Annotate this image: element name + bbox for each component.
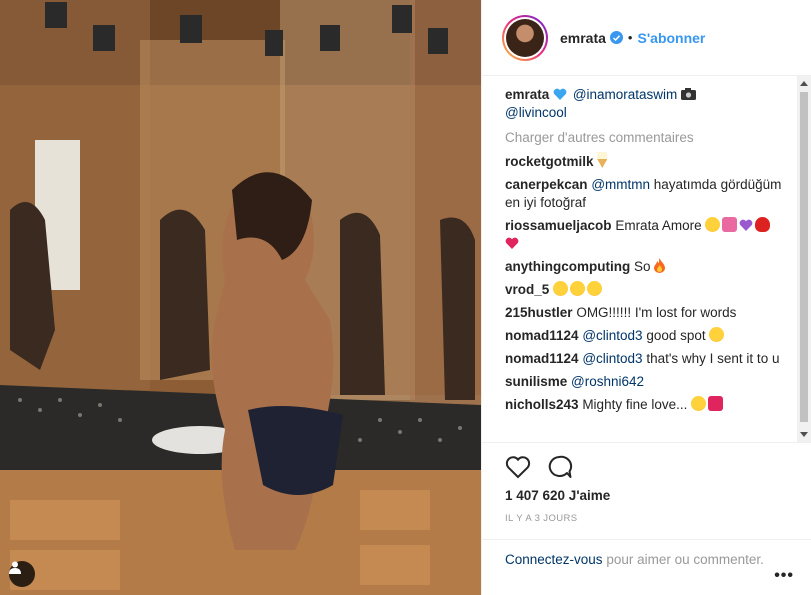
post-side-panel: emrata • S'abonner emrata @inamorataswim… — [481, 0, 811, 595]
blue-heart-icon — [553, 88, 567, 100]
tulip-emoji-icon — [722, 217, 738, 232]
comment-username[interactable]: nomad1124 — [505, 351, 579, 366]
comment-username[interactable]: nomad1124 — [505, 328, 579, 343]
comment-username[interactable]: nicholls243 — [505, 397, 579, 412]
comment-username[interactable]: rocketgotmilk — [505, 154, 594, 169]
scroll-up-arrow-icon[interactable] — [800, 81, 808, 86]
comment-mention[interactable]: @clintod3 — [582, 351, 642, 366]
comment: sunilisme @roshni642 — [505, 373, 790, 391]
comment: riossamueljacob Emrata Amore — [505, 217, 790, 253]
instagram-post-modal: emrata • S'abonner emrata @inamorataswim… — [0, 0, 811, 595]
comment-text: Mighty fine love... — [582, 397, 688, 412]
speech-bubble-icon[interactable] — [547, 455, 573, 479]
post-actions: 1 407 620 J'aime IL Y A 3 JOURS Connecte… — [482, 442, 811, 595]
avatar[interactable] — [502, 14, 548, 61]
camera-icon — [681, 88, 697, 100]
caption: emrata @inamorataswim @livincool — [505, 86, 790, 122]
comment: nomad1124 @clintod3 that's why I sent it… — [505, 350, 790, 368]
person-icon — [9, 561, 21, 574]
post-header: emrata • S'abonner — [482, 0, 811, 76]
header-separator: • — [627, 30, 633, 45]
comment: nomad1124 @clintod3 good spot — [505, 327, 790, 345]
comment-username[interactable]: riossamueljacob — [505, 218, 612, 233]
comment-username[interactable]: sunilisme — [505, 374, 567, 389]
heart-eyes-emoji-icon — [553, 281, 569, 296]
likes-count[interactable]: 1 407 620 J'aime — [505, 488, 610, 503]
comment: vrod_5 — [505, 281, 790, 299]
post-photo[interactable] — [0, 0, 481, 595]
load-more-comments-link[interactable]: Charger d'autres commentaires — [505, 130, 790, 145]
comment: anythingcomputing So — [505, 258, 790, 276]
comment: rocketgotmilk — [505, 152, 790, 171]
comment-username[interactable]: 215hustler — [505, 305, 573, 320]
login-prompt-text: pour aimer ou commenter. — [602, 552, 764, 567]
comment: nicholls243 Mighty fine love... — [505, 396, 790, 414]
ellipsis-icon[interactable]: ••• — [774, 567, 794, 585]
red-heart-icon — [505, 237, 519, 249]
comment-mention[interactable]: @mmtmn — [591, 177, 650, 192]
comment-text: that's why I sent it to u — [642, 351, 780, 366]
photo-illustration — [0, 0, 481, 595]
comment-username[interactable]: canerpekcan — [505, 177, 588, 192]
comment-text: OMG!!!!!! I'm lost for words — [576, 305, 737, 320]
avatar-image — [506, 18, 544, 57]
login-link[interactable]: Connectez-vous — [505, 552, 603, 567]
comment: canerpekcan @mmtmn hayatımda gördüğüm en… — [505, 176, 790, 212]
heart-eyes-emoji-icon — [705, 217, 721, 232]
comment: 215hustler OMG!!!!!! I'm lost for words — [505, 304, 790, 322]
purple-heart-icon — [739, 219, 753, 231]
comments-list: emrata @inamorataswim @livincool Charger… — [482, 76, 811, 442]
verified-badge-icon — [609, 31, 623, 44]
caption-mention[interactable]: @livincool — [505, 105, 567, 120]
comment-mention[interactable]: @roshni642 — [571, 374, 644, 389]
smirk-emoji-icon — [691, 396, 707, 411]
follow-button[interactable]: S'abonner — [637, 30, 705, 46]
user-tag-button[interactable] — [9, 561, 35, 587]
heart-outline-icon[interactable] — [505, 455, 531, 479]
comments-scrollbar[interactable] — [797, 76, 811, 442]
ice-cream-icon — [597, 152, 608, 168]
rose-emoji-icon — [708, 396, 724, 411]
comment-mention[interactable]: @clintod3 — [582, 328, 642, 343]
scroll-down-arrow-icon[interactable] — [800, 432, 808, 437]
heart-eyes-emoji-icon — [587, 281, 603, 296]
caption-mention[interactable]: @inamorataswim — [573, 87, 677, 102]
comment-username[interactable]: vrod_5 — [505, 282, 549, 297]
comment-username[interactable]: anythingcomputing — [505, 259, 630, 274]
heart-eyes-emoji-icon — [570, 281, 586, 296]
comment-text: Emrata Amore — [615, 218, 702, 233]
scrollbar-thumb[interactable] — [800, 92, 808, 422]
fire-emoji-icon — [654, 258, 666, 273]
login-prompt: Connectez-vous pour aimer ou commenter. — [482, 539, 811, 569]
kiss-emoji-icon — [755, 217, 771, 232]
comment-text: good spot — [642, 328, 706, 343]
action-icons — [505, 455, 573, 479]
laughing-emoji-icon — [709, 327, 725, 342]
caption-username[interactable]: emrata — [505, 87, 549, 102]
avatar-border — [504, 16, 546, 59]
comment-text: So — [634, 259, 651, 274]
post-timestamp[interactable]: IL Y A 3 JOURS — [505, 513, 578, 524]
header-username[interactable]: emrata — [560, 30, 606, 46]
